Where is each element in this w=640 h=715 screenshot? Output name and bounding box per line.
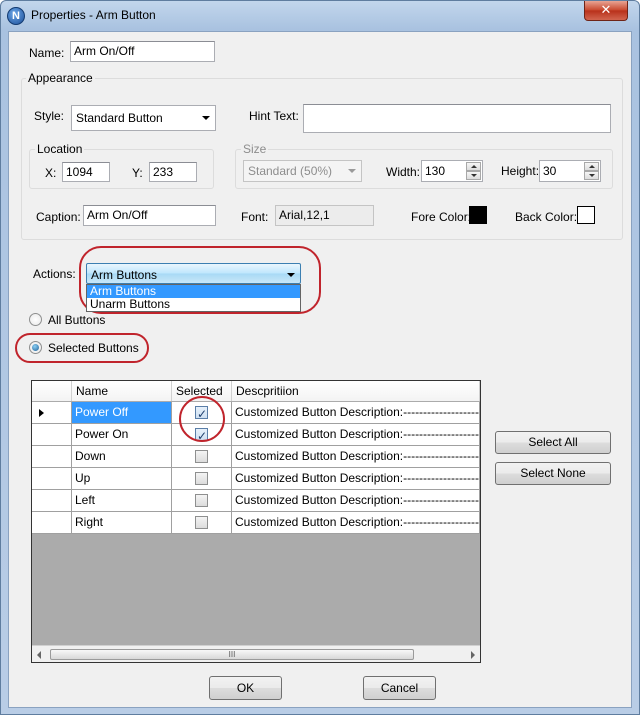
selected-checkbox[interactable] bbox=[195, 472, 208, 485]
all-buttons-label: All Buttons bbox=[48, 313, 106, 327]
dialog-body: Name: Arm On/Off Appearance Style: Stand… bbox=[8, 31, 632, 708]
width-down-arrow-icon[interactable] bbox=[466, 171, 481, 180]
caption-input[interactable]: Arm On/Off bbox=[83, 205, 216, 226]
scroll-right-arrow-icon[interactable] bbox=[471, 651, 475, 659]
font-label: Font: bbox=[241, 210, 269, 224]
app-logo-icon: N bbox=[7, 7, 25, 25]
table-row[interactable]: Down Customized Button Description:------… bbox=[32, 446, 480, 468]
title-bar[interactable]: N Properties - Arm Button ✕ bbox=[1, 1, 639, 31]
chevron-down-icon bbox=[348, 169, 356, 173]
cell-description[interactable]: Customized Button Description:----------… bbox=[232, 512, 480, 534]
table-row[interactable]: Right Customized Button Description:-----… bbox=[32, 512, 480, 534]
height-up-arrow-icon[interactable] bbox=[584, 162, 599, 171]
close-button[interactable]: ✕ bbox=[584, 1, 628, 21]
size-group-title: Size bbox=[241, 142, 269, 156]
name-input[interactable]: Arm On/Off bbox=[70, 41, 215, 62]
row-header[interactable] bbox=[32, 468, 72, 490]
horizontal-scrollbar[interactable]: III bbox=[32, 645, 480, 662]
height-label: Height: bbox=[501, 164, 540, 178]
fore-color-label: Fore Color: bbox=[411, 210, 472, 224]
selected-checkbox[interactable] bbox=[195, 450, 208, 463]
cancel-button[interactable]: Cancel bbox=[363, 676, 436, 700]
cell-name[interactable]: Power Off bbox=[72, 402, 172, 424]
row-header[interactable] bbox=[32, 402, 72, 424]
grid-corner bbox=[32, 381, 72, 401]
x-input[interactable]: 1094 bbox=[62, 162, 110, 182]
cell-name[interactable]: Right bbox=[72, 512, 172, 534]
fore-color-swatch[interactable] bbox=[469, 206, 487, 224]
cell-description[interactable]: Customized Button Description:----------… bbox=[232, 468, 480, 490]
annotation-oval-checkboxes bbox=[179, 396, 225, 442]
size-preset-value: Standard (50%) bbox=[248, 164, 333, 178]
appearance-group-title: Appearance bbox=[26, 71, 95, 85]
cell-description[interactable]: Customized Button Description:----------… bbox=[232, 402, 480, 424]
table-row[interactable]: Power On Customized Button Description:--… bbox=[32, 424, 480, 446]
scroll-left-arrow-icon[interactable] bbox=[37, 651, 41, 659]
actions-option-unarm[interactable]: Unarm Buttons bbox=[87, 298, 300, 311]
location-group-title: Location bbox=[35, 142, 85, 156]
cell-name[interactable]: Down bbox=[72, 446, 172, 468]
row-header[interactable] bbox=[32, 512, 72, 534]
style-select[interactable]: Standard Button bbox=[71, 105, 216, 131]
window-title: Properties - Arm Button bbox=[31, 8, 156, 22]
style-select-value: Standard Button bbox=[76, 111, 163, 125]
table-row[interactable]: Power Off Customized Button Description:-… bbox=[32, 402, 480, 424]
actions-label: Actions: bbox=[33, 267, 76, 281]
current-row-arrow-icon bbox=[39, 409, 44, 417]
buttons-grid[interactable]: Name Selected Descpritiion Power Off Cust… bbox=[31, 380, 481, 663]
size-preset-select[interactable]: Standard (50%) bbox=[243, 160, 362, 182]
width-up-arrow-icon[interactable] bbox=[466, 162, 481, 171]
cell-name[interactable]: Up bbox=[72, 468, 172, 490]
cell-description[interactable]: Customized Button Description:----------… bbox=[232, 446, 480, 468]
all-buttons-radio[interactable] bbox=[29, 313, 42, 326]
width-value: 130 bbox=[425, 164, 446, 178]
y-input[interactable]: 233 bbox=[149, 162, 197, 182]
x-label: X: bbox=[45, 166, 57, 180]
actions-select[interactable]: Arm Buttons bbox=[86, 263, 301, 284]
cell-description[interactable]: Customized Button Description:----------… bbox=[232, 490, 480, 512]
back-color-label: Back Color: bbox=[515, 210, 578, 224]
width-stepper[interactable]: 130 bbox=[421, 160, 483, 182]
width-label: Width: bbox=[386, 165, 421, 179]
cell-name[interactable]: Power On bbox=[72, 424, 172, 446]
back-color-swatch[interactable] bbox=[577, 206, 595, 224]
selected-buttons-radio[interactable] bbox=[29, 341, 42, 354]
row-header[interactable] bbox=[32, 446, 72, 468]
cell-name[interactable]: Left bbox=[72, 490, 172, 512]
properties-window: N Properties - Arm Button ✕ Name: Arm On… bbox=[0, 0, 640, 715]
select-none-button[interactable]: Select None bbox=[495, 462, 611, 485]
name-label: Name: bbox=[29, 46, 65, 60]
table-row[interactable]: Left Customized Button Description:------… bbox=[32, 490, 480, 512]
scroll-thumb[interactable]: III bbox=[50, 649, 414, 660]
cell-selected[interactable] bbox=[172, 490, 232, 512]
height-stepper[interactable]: 30 bbox=[539, 160, 601, 182]
selected-buttons-label: Selected Buttons bbox=[48, 341, 139, 355]
grid-header: Name Selected Descpritiion bbox=[32, 381, 480, 401]
actions-dropdown-list: Arm Buttons Unarm Buttons bbox=[86, 284, 301, 312]
column-header-description[interactable]: Descpritiion bbox=[232, 381, 480, 401]
select-all-button[interactable]: Select All bbox=[495, 431, 611, 454]
cell-selected[interactable] bbox=[172, 446, 232, 468]
y-label: Y: bbox=[132, 166, 143, 180]
row-header[interactable] bbox=[32, 490, 72, 512]
cell-description[interactable]: Customized Button Description:----------… bbox=[232, 424, 480, 446]
table-row[interactable]: Up Customized Button Description:--------… bbox=[32, 468, 480, 490]
selected-checkbox[interactable] bbox=[195, 494, 208, 507]
ok-button[interactable]: OK bbox=[209, 676, 282, 700]
cell-selected[interactable] bbox=[172, 468, 232, 490]
font-picker[interactable]: Arial,12,1 bbox=[275, 205, 374, 226]
column-header-name[interactable]: Name bbox=[72, 381, 172, 401]
chevron-down-icon bbox=[287, 273, 295, 277]
selected-checkbox[interactable] bbox=[195, 516, 208, 529]
actions-select-value: Arm Buttons bbox=[91, 268, 158, 282]
height-value: 30 bbox=[543, 164, 557, 178]
height-down-arrow-icon[interactable] bbox=[584, 171, 599, 180]
row-header[interactable] bbox=[32, 424, 72, 446]
hint-text-label: Hint Text: bbox=[249, 109, 299, 123]
caption-label: Caption: bbox=[36, 210, 81, 224]
style-label: Style: bbox=[34, 109, 65, 123]
hint-text-input[interactable] bbox=[303, 104, 611, 133]
cell-selected[interactable] bbox=[172, 512, 232, 534]
chevron-down-icon bbox=[202, 116, 210, 120]
